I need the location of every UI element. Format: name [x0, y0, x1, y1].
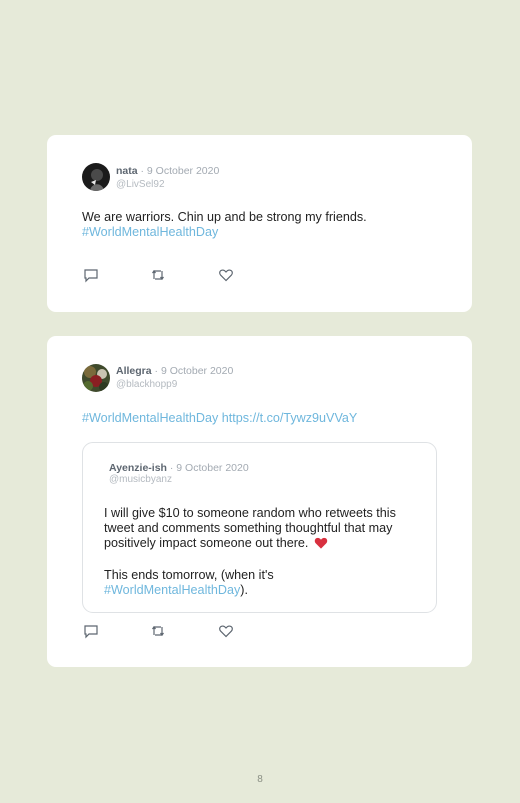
retweet-icon[interactable]	[150, 267, 166, 283]
author-handle[interactable]: @blackhopp9	[116, 379, 177, 390]
quoted-tweet[interactable]: Ayenzie-ish · 9 October 2020 @musicbyanz…	[82, 442, 437, 613]
quoted-text-line: positively impact someone out there.	[104, 536, 429, 553]
tweet-text-line: We are warriors. Chin up and be strong m…	[82, 210, 367, 224]
quoted-text-line: This ends tomorrow, (when it's	[104, 568, 274, 582]
like-icon[interactable]	[218, 267, 234, 283]
author-name-text[interactable]: Allegra	[116, 365, 152, 377]
tweet-text: #WorldMentalHealthDay https://t.co/Tywz9…	[82, 411, 462, 426]
quoted-author-name[interactable]: Ayenzie-ish · 9 October 2020	[109, 462, 249, 474]
avatar[interactable]	[82, 364, 110, 392]
tweet-card: nata · 9 October 2020 @LivSel92 We are w…	[47, 135, 472, 312]
quoted-text-line: #WorldMentalHealthDay).	[104, 583, 429, 598]
author-name[interactable]: Allegra · 9 October 2020	[116, 365, 233, 377]
quoted-text-span: ).	[240, 583, 248, 597]
quoted-tweet-text: I will give $10 to someone random who re…	[104, 506, 429, 598]
quoted-text-line: I will give $10 to someone random who re…	[104, 506, 396, 520]
url-link[interactable]: https://t.co/Tywz9uVVaY	[222, 411, 358, 425]
tweet-card: Allegra · 9 October 2020 @blackhopp9 #Wo…	[47, 336, 472, 667]
tweet-date: · 9 October 2020	[140, 165, 220, 177]
like-icon[interactable]	[218, 623, 234, 639]
tweet-date: · 9 October 2020	[154, 365, 234, 377]
tweet-actions	[83, 267, 253, 283]
reply-icon[interactable]	[83, 623, 99, 639]
tweet-actions	[83, 623, 253, 639]
tweet-text: We are warriors. Chin up and be strong m…	[82, 210, 442, 240]
avatar[interactable]	[82, 163, 110, 191]
page-number: 8	[257, 774, 263, 785]
quoted-text-span: positively impact someone out there.	[104, 536, 309, 550]
author-name-text[interactable]: nata	[116, 165, 138, 177]
retweet-icon[interactable]	[150, 623, 166, 639]
hashtag-link[interactable]: #WorldMentalHealthDay	[82, 411, 218, 425]
hashtag-link[interactable]: #WorldMentalHealthDay	[104, 583, 240, 597]
heart-emoji-icon	[314, 536, 328, 553]
quoted-text-line: tweet and comments something thoughtful …	[104, 521, 393, 535]
hashtag-link[interactable]: #WorldMentalHealthDay	[82, 225, 442, 240]
reply-icon[interactable]	[83, 267, 99, 283]
author-handle[interactable]: @LivSel92	[116, 179, 165, 190]
author-name[interactable]: nata · 9 October 2020	[116, 165, 219, 177]
quoted-tweet-date: · 9 October 2020	[169, 462, 249, 474]
quoted-author-name-text[interactable]: Ayenzie-ish	[109, 462, 167, 474]
quoted-author-handle[interactable]: @musicbyanz	[109, 474, 172, 485]
